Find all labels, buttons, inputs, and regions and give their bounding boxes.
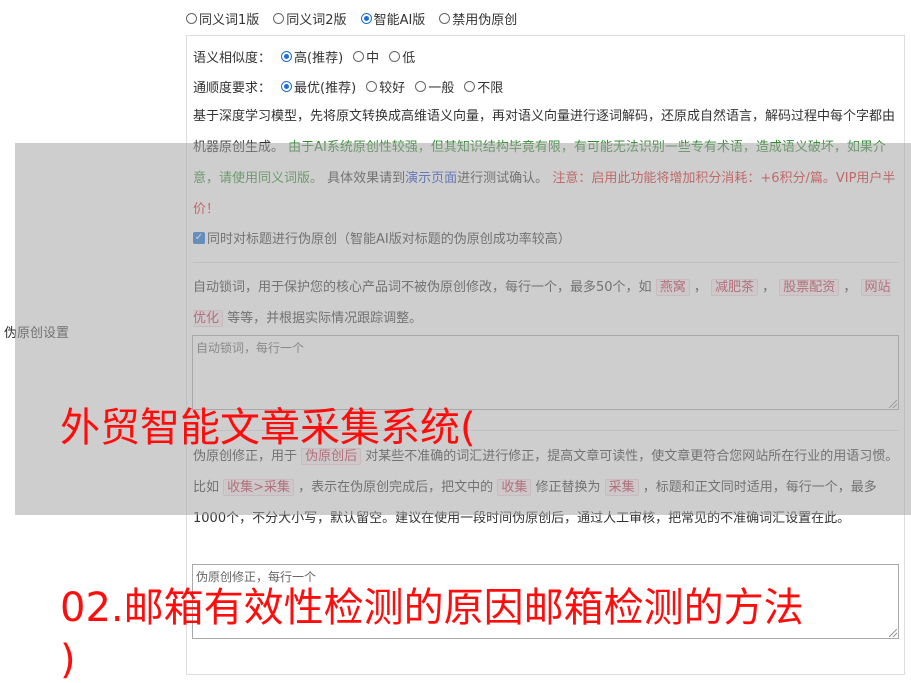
mode-option-ai[interactable]: 智能AI版 bbox=[360, 9, 426, 28]
fluency-good[interactable]: 较好 bbox=[366, 77, 405, 96]
lock-words-description: 自动锁词，用于保护您的核心产品词不被伪原创修改，每行一个，最多50个，如 燕窝 … bbox=[193, 279, 891, 327]
example-tag: 收集 bbox=[497, 479, 532, 496]
divider bbox=[193, 262, 899, 263]
example-tag: 燕窝 bbox=[655, 279, 690, 296]
radio-icon[interactable] bbox=[464, 81, 476, 92]
correct-desc-text: 修正替换为 bbox=[531, 480, 605, 495]
example-tag: 股票配资 bbox=[779, 279, 840, 296]
lock-desc-tail: 等等，并根据实际情况跟踪调整。 bbox=[223, 311, 423, 326]
similarity-row: 语义相似度： 高(推荐) 中 低 bbox=[193, 47, 415, 66]
demo-page-link[interactable]: 演示页面 bbox=[405, 171, 457, 186]
similarity-high[interactable]: 高(推荐) bbox=[281, 47, 343, 66]
mode-option-disable[interactable]: 禁用伪原创 bbox=[439, 9, 517, 28]
pseudo-original-settings-label: 伪原创设置 bbox=[4, 326, 70, 341]
similarity-label: 语义相似度： bbox=[193, 51, 272, 66]
radio-icon[interactable] bbox=[439, 13, 451, 24]
mode-option-synonym1[interactable]: 同义词1版 bbox=[186, 9, 259, 28]
fluency-any[interactable]: 不限 bbox=[464, 77, 503, 96]
option-label: 高(推荐) bbox=[294, 51, 344, 66]
radio-icon[interactable] bbox=[366, 81, 378, 92]
lock-words-textarea[interactable]: 自动锁词，每行一个 bbox=[192, 335, 899, 410]
title-rewrite-label: 同时对标题进行伪原创（智能AI版对标题的伪原创成功率较高） bbox=[207, 232, 571, 247]
title-rewrite-row[interactable]: ✓ 同时对标题进行伪原创（智能AI版对标题的伪原创成功率较高） bbox=[193, 228, 571, 247]
radio-selected-icon[interactable] bbox=[281, 51, 293, 62]
similarity-low[interactable]: 低 bbox=[389, 47, 415, 66]
ai-settings-panel: 语义相似度： 高(推荐) 中 低 通顺度要求： 最优(推荐) 较好 一般 不限 … bbox=[186, 35, 905, 675]
radio-icon[interactable] bbox=[353, 51, 365, 62]
fluency-best[interactable]: 最优(推荐) bbox=[281, 77, 356, 96]
mode-label: 同义词1版 bbox=[199, 13, 260, 28]
radio-selected-icon[interactable] bbox=[360, 13, 372, 24]
correction-placeholder: 伪原创修正，每行一个 bbox=[196, 570, 317, 584]
option-label: 一般 bbox=[428, 81, 455, 96]
fluency-label: 通顺度要求： bbox=[193, 81, 272, 96]
lock-desc-text: 自动锁词，用于保护您的核心产品词不被伪原创修改，每行一个，最多50个，如 bbox=[193, 280, 656, 295]
option-label: 中 bbox=[366, 51, 380, 66]
checkbox-checked-icon[interactable]: ✓ bbox=[193, 231, 205, 244]
lock-words-placeholder: 自动锁词，每行一个 bbox=[196, 341, 305, 355]
correct-desc-text: 伪原创修正，用于 bbox=[193, 449, 302, 464]
option-label: 不限 bbox=[477, 81, 504, 96]
ai-desc-demo-text: 具体效果请到 bbox=[323, 171, 406, 186]
resize-grip-icon[interactable] bbox=[889, 400, 897, 408]
option-label: 较好 bbox=[379, 81, 406, 96]
similarity-mid[interactable]: 中 bbox=[353, 47, 379, 66]
example-tag: 采集 bbox=[604, 479, 639, 496]
mode-option-synonym2[interactable]: 同义词2版 bbox=[273, 9, 347, 28]
option-label: 低 bbox=[402, 51, 416, 66]
example-tag: 减肥茶 bbox=[710, 279, 758, 296]
example-tag: 收集>采集 bbox=[223, 479, 295, 496]
radio-icon[interactable] bbox=[415, 81, 427, 92]
radio-icon[interactable] bbox=[186, 13, 197, 24]
headline-line3: ) bbox=[60, 637, 76, 683]
mode-label: 同义词2版 bbox=[286, 13, 347, 28]
option-label: 最优(推荐) bbox=[294, 81, 357, 96]
headline-line1: 外贸智能文章采集系统( bbox=[60, 405, 476, 451]
mode-label: 智能AI版 bbox=[373, 13, 426, 28]
fluency-normal[interactable]: 一般 bbox=[415, 77, 454, 96]
radio-icon[interactable] bbox=[273, 13, 285, 24]
resize-grip-icon[interactable] bbox=[889, 629, 897, 637]
mode-label: 禁用伪原创 bbox=[452, 13, 518, 28]
ai-description: 基于深度学习模型，先将原文转换成高维语义向量，再对语义向量进行逐词解码，还原成自… bbox=[193, 101, 901, 225]
radio-icon[interactable] bbox=[389, 51, 401, 62]
radio-selected-icon[interactable] bbox=[281, 81, 293, 92]
headline-line2: 02.邮箱有效性检测的原因邮箱检测的方法 bbox=[60, 585, 804, 631]
ai-desc-confirm: 进行测试确认。 bbox=[457, 171, 553, 186]
fluency-row: 通顺度要求： 最优(推荐) 较好 一般 不限 bbox=[193, 77, 503, 96]
correct-desc-text: ，表示在伪原创完成后，把文中的 bbox=[294, 480, 498, 495]
correction-description: 伪原创修正，用于 伪原创后 对某些不准确的词汇进行修正，提高文章可读性，使文章更… bbox=[193, 441, 901, 534]
mode-selector: 同义词1版 同义词2版 智能AI版 禁用伪原创 bbox=[186, 9, 517, 28]
